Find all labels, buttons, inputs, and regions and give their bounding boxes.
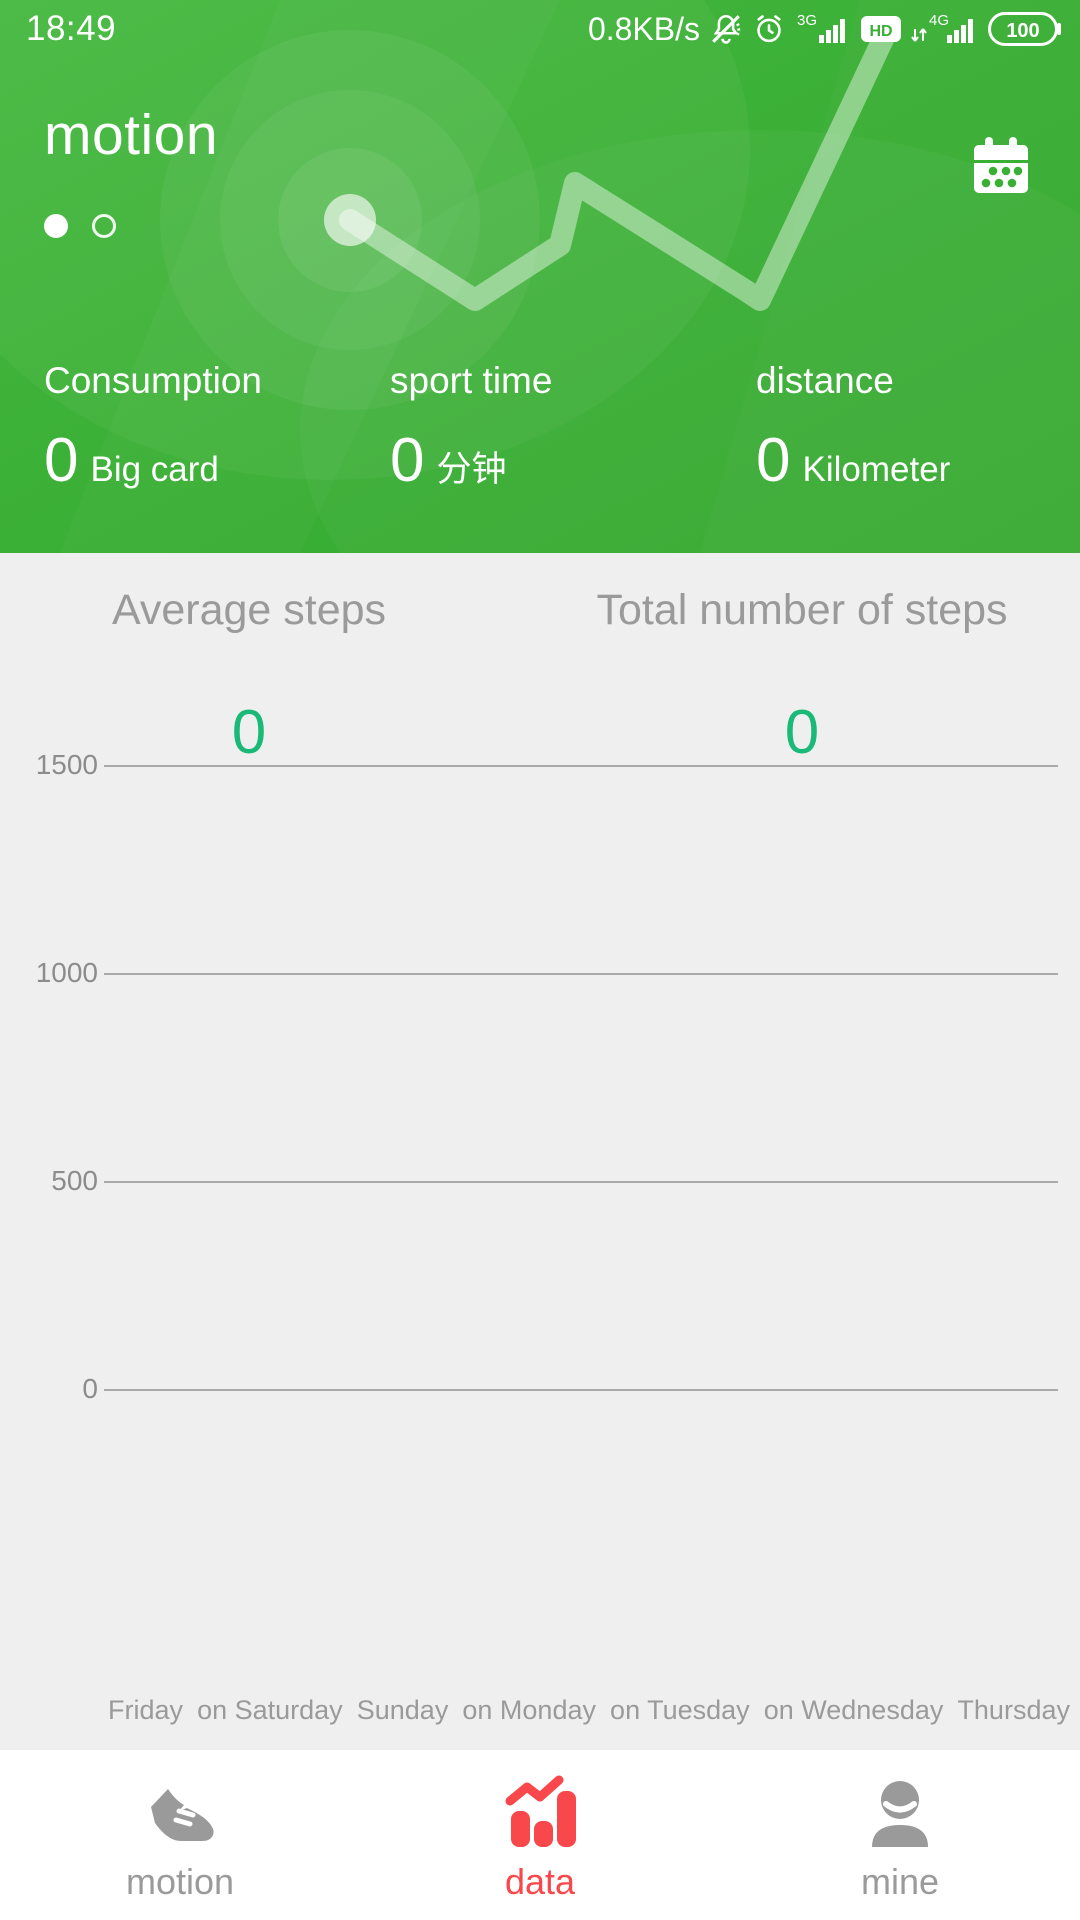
x-axis-tick-label: Sunday [356, 1695, 449, 1725]
svg-text:3G: 3G [797, 12, 817, 29]
battery-icon: 100 [988, 10, 1062, 48]
content-panel: Average steps 0 Total number of steps 0 … [0, 553, 1080, 1750]
gridline [104, 765, 1058, 767]
x-axis-tick-label: Thursday [957, 1695, 1070, 1725]
bottom-navigation: motion data mine [0, 1750, 1080, 1920]
nav-item-motion[interactable]: motion [0, 1750, 360, 1920]
bar-chart-icon [497, 1773, 583, 1855]
stat-sport-time: sport time 0 分钟 [368, 360, 714, 492]
nav-label: mine [860, 1861, 940, 1902]
gridline [104, 1181, 1058, 1183]
battery-level-label: 100 [1006, 20, 1039, 42]
hd-icon: HD [860, 13, 902, 45]
x-axis-tick-label: on Monday [462, 1695, 596, 1725]
stat-label: sport time [390, 360, 553, 401]
calendar-icon [974, 137, 1028, 193]
shoe-icon [135, 1773, 225, 1855]
y-axis-tick-label: 1500 [35, 749, 98, 780]
signal-4g-icon: 4G [911, 9, 979, 49]
calendar-button[interactable] [966, 132, 1036, 202]
mute-bell-icon [709, 11, 743, 47]
signal-3g-icon: 3G [795, 9, 851, 49]
status-bar: 18:49 0.8KB/s 3G HD 4G 100 [0, 0, 1080, 58]
header-panel: 18:49 0.8KB/s 3G HD 4G 100 motion Consum… [0, 0, 1080, 553]
steps-bar-chart: 1500 1000 500 0 Friday on Saturday Sunda… [0, 553, 1080, 1750]
stat-label: distance [756, 360, 894, 401]
stat-value: 0 [390, 426, 425, 495]
alarm-clock-icon [752, 11, 786, 47]
nav-item-data[interactable]: data [360, 1750, 720, 1920]
stat-unit: 分钟 [436, 450, 507, 489]
x-axis-labels: Friday on Saturday Sunday on Monday on T… [0, 1695, 1080, 1726]
stat-value: 0 [44, 426, 79, 495]
network-speed-label: 0.8KB/s [587, 10, 700, 47]
gridline [104, 973, 1058, 975]
page-indicator-dot-inactive[interactable] [92, 214, 116, 238]
app-root: 18:49 0.8KB/s 3G HD 4G 100 motion Consum… [0, 0, 1080, 1920]
stat-label: Consumption [44, 360, 263, 401]
x-axis-tick-label: on Tuesday [610, 1695, 750, 1725]
svg-text:HD: HD [869, 23, 892, 40]
stat-unit: Big card [90, 450, 219, 489]
status-icons: 0.8KB/s 3G HD 4G 100 [588, 9, 1062, 49]
page-indicator[interactable] [44, 214, 116, 238]
stat-value: 0 [756, 426, 791, 495]
page-indicator-dot-active[interactable] [44, 214, 68, 238]
header-stats: Consumption 0 Big card sport time 0 分钟 d… [0, 360, 1080, 492]
stat-consumption: Consumption 0 Big card [0, 360, 368, 492]
status-time: 18:49 [26, 9, 117, 48]
stat-unit: Kilometer [802, 450, 951, 489]
nav-item-mine[interactable]: mine [720, 1750, 1080, 1920]
y-axis-tick-label: 500 [51, 1165, 98, 1196]
gridline [104, 1389, 1058, 1391]
svg-text:4G: 4G [929, 12, 949, 29]
page-title: motion [44, 103, 219, 167]
nav-label: data [504, 1861, 576, 1902]
x-axis-tick-label: Friday [108, 1695, 184, 1725]
person-icon [860, 1773, 940, 1855]
nav-label: motion [125, 1861, 235, 1902]
x-axis-tick-label: on Wednesday [763, 1695, 944, 1725]
x-axis-tick-label: on Saturday [197, 1695, 343, 1725]
y-axis-tick-label: 1000 [35, 957, 98, 988]
y-axis-tick-label: 0 [82, 1373, 98, 1404]
stat-distance: distance 0 Kilometer [714, 360, 1080, 492]
